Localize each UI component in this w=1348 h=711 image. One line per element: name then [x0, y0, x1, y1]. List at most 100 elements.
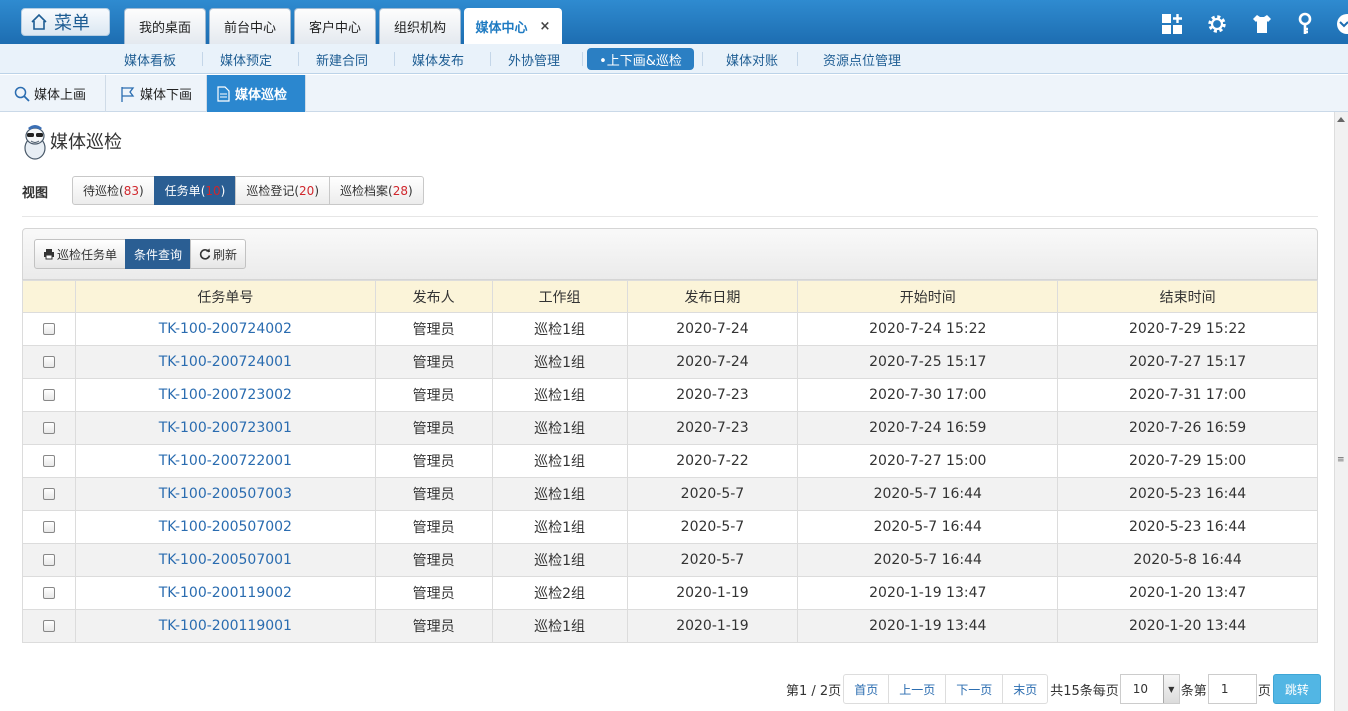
tab-customer-center[interactable]: 客户中心 — [294, 8, 376, 44]
view-tab-tasks[interactable]: 任务单(10) — [153, 176, 237, 205]
table-row[interactable]: TK-100-200723001 管理员 巡检1组 2020-7-23 2020-7-2… — [22, 411, 1318, 445]
table-row[interactable]: TK-100-200507003 管理员 巡检1组 2020-5-7 2020-5-7 … — [22, 477, 1318, 511]
task-id-link[interactable]: TK-100-200507001 — [159, 552, 292, 568]
first-page-button[interactable]: 首页 — [843, 674, 890, 704]
scroll-up-arrow-icon[interactable] — [1337, 117, 1345, 122]
page-size-select[interactable]: 10 ▼ — [1119, 674, 1180, 704]
column-header[interactable]: 工作组 — [491, 280, 628, 313]
key-icon[interactable] — [1293, 12, 1317, 36]
tab-my-desktop[interactable]: 我的桌面 — [124, 8, 206, 44]
table-cell: 巡检1组 — [491, 345, 628, 379]
row-checkbox[interactable] — [42, 554, 55, 566]
menu-button[interactable]: 菜单 — [21, 8, 110, 36]
task-id-link[interactable]: TK-100-200723001 — [159, 420, 292, 436]
condition-query-button[interactable]: 条件查询 — [125, 239, 192, 269]
subnav-resource-points[interactable]: 资源点位管理 — [808, 48, 916, 70]
separator — [298, 52, 299, 66]
shirt-icon[interactable] — [1250, 12, 1274, 36]
task-id-link[interactable]: TK-100-200722001 — [159, 453, 292, 469]
subnav-reconcile[interactable]: 媒体对账 — [712, 48, 792, 70]
task-id-link[interactable]: TK-100-200119001 — [159, 618, 292, 634]
chevron-down-icon[interactable]: ▼ — [1162, 675, 1179, 703]
view-tab-register[interactable]: 巡检登记(20) — [235, 176, 331, 205]
table-cell: 2020-7-23 — [626, 411, 799, 445]
table-cell: 管理员 — [374, 411, 493, 445]
go-button[interactable]: 跳转 — [1272, 674, 1321, 704]
subnav-label: 媒体对账 — [725, 53, 778, 69]
refresh-button[interactable]: 刷新 — [190, 239, 247, 269]
tab-media-inspection[interactable]: 媒体巡检 — [207, 75, 306, 112]
subnav-outsource[interactable]: 外协管理 — [494, 48, 574, 70]
table-cell: 管理员 — [374, 345, 493, 379]
subnav-media-reserve[interactable]: 媒体预定 — [206, 48, 286, 70]
table-row[interactable]: TK-100-200119001 管理员 巡检1组 2020-1-19 2020-1-1… — [22, 609, 1318, 643]
gear-icon[interactable] — [1205, 12, 1229, 36]
tab-front-center[interactable]: 前台中心 — [209, 8, 291, 44]
row-checkbox[interactable] — [42, 422, 55, 434]
table-row[interactable]: TK-100-200507001 管理员 巡检1组 2020-5-7 2020-5-7 … — [22, 543, 1318, 577]
task-id-link[interactable]: TK-100-200507002 — [159, 519, 292, 535]
task-id-cell: TK-100-200119002 — [74, 576, 376, 610]
subnav-media-board[interactable]: 媒体看板 — [110, 48, 190, 70]
separator — [202, 52, 203, 66]
table-cell: 巡检1组 — [491, 312, 628, 346]
prev-page-button[interactable]: 上一页 — [888, 674, 947, 704]
subnav-new-contract[interactable]: 新建合同 — [302, 48, 382, 70]
task-id-link[interactable]: TK-100-200724001 — [159, 354, 292, 370]
table-cell: 2020-7-26 16:59 — [1057, 411, 1318, 445]
task-id-link[interactable]: TK-100-200119002 — [159, 585, 292, 601]
column-header[interactable]: 发布日期 — [626, 280, 799, 313]
mascot-logo-icon — [24, 125, 46, 160]
table-cell: 2020-5-23 16:44 — [1057, 477, 1318, 511]
table-cell: 2020-1-20 13:47 — [1057, 576, 1318, 610]
column-header[interactable]: 发布人 — [374, 280, 493, 313]
row-checkbox[interactable] — [42, 455, 55, 467]
scroll-grip-icon[interactable]: ≡ — [1337, 456, 1345, 465]
table-row[interactable]: TK-100-200723002 管理员 巡检1组 2020-7-23 2020-7-3… — [22, 378, 1318, 412]
print-task-button[interactable]: 巡检任务单 — [34, 239, 127, 269]
tab-media-remove[interactable]: 媒体下画 — [106, 75, 207, 112]
task-table: 任务单号 发布人 工作组 发布日期 开始时间 结束时间 TK-100-20072… — [22, 280, 1318, 643]
table-row[interactable]: TK-100-200507002 管理员 巡检1组 2020-5-7 2020-5-7 … — [22, 510, 1318, 544]
table-cell: 2020-7-30 17:00 — [797, 378, 1059, 412]
row-checkbox[interactable] — [42, 620, 55, 632]
subnav-media-publish[interactable]: 媒体发布 — [398, 48, 478, 70]
vertical-scrollbar[interactable] — [1334, 112, 1348, 711]
task-id-cell: TK-100-200724001 — [74, 345, 376, 379]
divider — [22, 216, 1318, 217]
next-page-button[interactable]: 下一页 — [945, 674, 1004, 704]
row-checkbox[interactable] — [42, 323, 55, 335]
table-cell: 管理员 — [374, 609, 493, 643]
row-checkbox[interactable] — [42, 356, 55, 368]
page-number-input[interactable] — [1207, 674, 1257, 704]
table-cell: 管理员 — [374, 576, 493, 610]
row-checkbox-cell — [22, 477, 76, 511]
table-cell: 巡检1组 — [491, 609, 628, 643]
tab-media-post[interactable]: 媒体上画 — [0, 75, 106, 112]
task-id-link[interactable]: TK-100-200724002 — [159, 321, 292, 337]
column-header[interactable]: 开始时间 — [797, 280, 1059, 313]
tab-organization[interactable]: 组织机构 — [379, 8, 461, 44]
task-id-link[interactable]: TK-100-200723002 — [159, 387, 292, 403]
table-row[interactable]: TK-100-200119002 管理员 巡检2组 2020-1-19 2020-1-1… — [22, 576, 1318, 610]
add-widget-icon[interactable] — [1160, 12, 1184, 36]
close-icon[interactable]: × — [540, 19, 551, 34]
table-cell: 2020-1-19 13:44 — [797, 609, 1059, 643]
view-tab-pending[interactable]: 待巡检(83) — [72, 176, 155, 205]
collapse-icon[interactable] — [1335, 12, 1348, 36]
column-header[interactable]: 任务单号 — [74, 280, 376, 313]
task-id-link[interactable]: TK-100-200507003 — [159, 486, 292, 502]
column-header[interactable]: 结束时间 — [1057, 280, 1318, 313]
last-page-button[interactable]: 末页 — [1002, 674, 1049, 704]
tab-media-center[interactable]: 媒体中心 × — [464, 8, 562, 44]
row-checkbox[interactable] — [42, 587, 55, 599]
row-checkbox[interactable] — [42, 521, 55, 533]
table-row[interactable]: TK-100-200722001 管理员 巡检1组 2020-7-22 2020-7-2… — [22, 444, 1318, 478]
table-cell: 巡检1组 — [491, 411, 628, 445]
row-checkbox[interactable] — [42, 389, 55, 401]
view-tab-archive[interactable]: 巡检档案(28) — [329, 176, 424, 205]
subnav-post-inspection[interactable]: •上下画&巡检 — [587, 48, 694, 70]
table-row[interactable]: TK-100-200724001 管理员 巡检1组 2020-7-24 2020-7-2… — [22, 345, 1318, 379]
table-row[interactable]: TK-100-200724002 管理员 巡检1组 2020-7-24 2020-7-2… — [22, 312, 1318, 346]
row-checkbox[interactable] — [42, 488, 55, 500]
